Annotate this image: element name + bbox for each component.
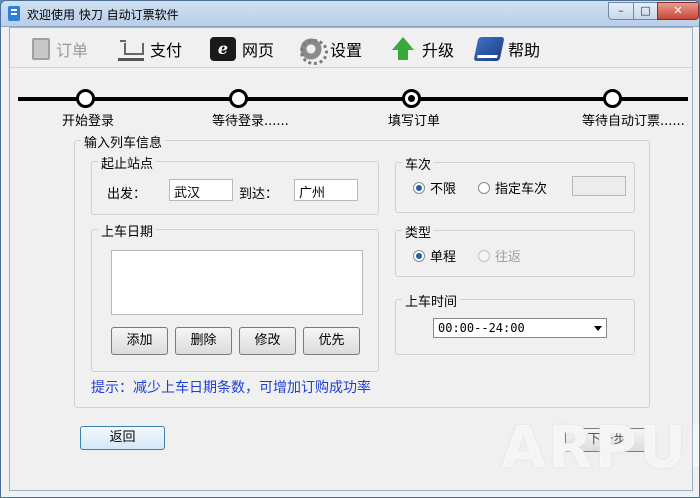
radio-indicator bbox=[478, 249, 490, 262]
toolbar-web-label: 网页 bbox=[242, 41, 275, 60]
train-number-group: 车次 不限 指定车次 bbox=[395, 154, 635, 213]
step-label-fill-order: 填写订单 bbox=[388, 114, 441, 129]
add-date-button[interactable]: 添加 bbox=[111, 327, 168, 355]
departure-time-select[interactable]: 00:00--24:00 bbox=[433, 318, 607, 338]
step-dot-login bbox=[76, 89, 95, 108]
trip-type-legend: 类型 bbox=[402, 222, 435, 241]
edit-date-button[interactable]: 修改 bbox=[239, 327, 296, 355]
to-station-input[interactable]: 广州 bbox=[294, 179, 358, 201]
one-way-radio[interactable]: 单程 bbox=[413, 246, 456, 265]
stations-legend: 起止站点 bbox=[98, 153, 157, 172]
stations-group: 起止站点 出发： 武汉 到达： 广州 bbox=[91, 153, 379, 215]
train-number-legend: 车次 bbox=[402, 154, 435, 173]
watermark-text: ARPUN bbox=[501, 413, 699, 481]
toolbar-settings-label: 设置 bbox=[330, 41, 363, 60]
up-arrow-icon bbox=[390, 37, 416, 61]
window-title: 欢迎使用 快刀 自动订票软件 bbox=[27, 8, 179, 22]
toolbar-upgrade-button[interactable]: 升级 bbox=[390, 36, 454, 62]
departure-time-legend: 上车时间 bbox=[402, 291, 461, 310]
step-label-wait-login: 等待登录...... bbox=[212, 114, 289, 129]
radio-indicator bbox=[478, 181, 490, 194]
step-dot-auto-book bbox=[603, 89, 622, 108]
dropdown-arrow-icon bbox=[594, 326, 602, 331]
clipboard-icon bbox=[32, 38, 50, 60]
date-list[interactable] bbox=[111, 250, 363, 315]
date-group: 上车日期 添加 删除 修改 优先 bbox=[91, 221, 379, 372]
toolbar-upgrade-label: 升级 bbox=[422, 41, 455, 60]
step-progress: 开始登录 等待登录...... 填写订单 等待自动订票...... bbox=[10, 70, 692, 129]
delete-date-button[interactable]: 删除 bbox=[175, 327, 232, 355]
departure-time-value: 00:00--24:00 bbox=[438, 321, 525, 335]
priority-date-button[interactable]: 优先 bbox=[303, 327, 360, 355]
step-dot-wait-login bbox=[229, 89, 248, 108]
toolbar-settings-button[interactable]: 设置 bbox=[298, 36, 363, 65]
hint-text: 提示：减少上车日期条数，可增加订购成功率 bbox=[91, 380, 371, 396]
date-legend: 上车日期 bbox=[98, 221, 157, 240]
train-specific-radio[interactable]: 指定车次 bbox=[478, 178, 547, 197]
cart-icon bbox=[118, 37, 144, 61]
train-any-radio[interactable]: 不限 bbox=[413, 178, 456, 197]
app-window: 欢迎使用 快刀 自动订票软件 – □ ✕ 订单 支付 e 网页 设置 升级 帮助… bbox=[0, 0, 700, 498]
toolbar-web-button[interactable]: e 网页 bbox=[210, 36, 274, 62]
close-button[interactable]: ✕ bbox=[657, 2, 699, 20]
toolbar-pay-label: 支付 bbox=[150, 41, 183, 60]
departure-time-group: 上车时间 00:00--24:00 bbox=[395, 291, 635, 355]
train-specific-label: 指定车次 bbox=[495, 182, 548, 197]
gear-icon bbox=[298, 37, 328, 65]
trip-type-group: 类型 单程 往返 bbox=[395, 222, 635, 277]
toolbar-order-label: 订单 bbox=[56, 41, 89, 60]
toolbar-help-button[interactable]: 帮助 bbox=[473, 36, 541, 62]
back-button[interactable]: 返回 bbox=[80, 426, 165, 450]
toolbar-help-label: 帮助 bbox=[508, 41, 541, 60]
progress-line bbox=[18, 97, 688, 101]
step-dot-fill-order bbox=[402, 89, 421, 108]
toolbar-order-button[interactable]: 订单 bbox=[28, 36, 88, 62]
train-any-label: 不限 bbox=[430, 182, 457, 197]
train-info-legend: 输入列车信息 bbox=[81, 132, 166, 151]
help-book-icon bbox=[473, 37, 505, 61]
to-label: 到达： bbox=[239, 187, 279, 202]
round-trip-radio[interactable]: 往返 bbox=[478, 246, 521, 265]
toolbar: 订单 支付 e 网页 设置 升级 帮助 bbox=[10, 28, 692, 68]
step-label-login: 开始登录 bbox=[62, 114, 115, 129]
round-trip-label: 往返 bbox=[495, 250, 522, 265]
app-icon bbox=[8, 6, 20, 21]
one-way-label: 单程 bbox=[430, 250, 457, 265]
radio-indicator bbox=[413, 249, 425, 262]
ie-browser-icon: e bbox=[210, 37, 236, 61]
maximize-button[interactable]: □ bbox=[633, 2, 658, 20]
from-label: 出发： bbox=[107, 187, 147, 202]
minimize-button[interactable]: – bbox=[608, 2, 634, 20]
title-bar[interactable]: 欢迎使用 快刀 自动订票软件 – □ ✕ bbox=[1, 1, 699, 27]
step-label-auto-book: 等待自动订票...... bbox=[582, 114, 685, 129]
from-station-input[interactable]: 武汉 bbox=[169, 179, 233, 201]
toolbar-pay-button[interactable]: 支付 bbox=[118, 36, 182, 62]
radio-indicator bbox=[413, 181, 425, 194]
train-number-input[interactable] bbox=[572, 176, 626, 196]
